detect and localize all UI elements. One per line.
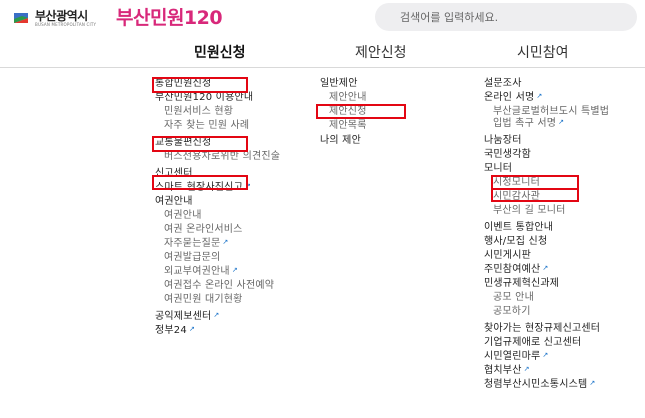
menu-item-survey[interactable]: 설문조사 bbox=[484, 78, 619, 90]
external-link-icon: ↗ bbox=[188, 325, 196, 333]
menu-item-gov24[interactable]: 정부24 ↗ bbox=[155, 325, 300, 337]
menu-item-guide[interactable]: 부산민원120 이용안내 bbox=[155, 92, 300, 104]
menu-column-citizen: 설문조사 온라인 서명 ↗ 부산글로벌허브도시 특별법 입법 촉구 서명 ↗ 나눔장… bbox=[484, 78, 619, 391]
highlight-box-proposal-apply bbox=[316, 104, 406, 119]
external-link-icon: ↗ bbox=[231, 266, 238, 274]
tab-proposal-application[interactable]: 제안신청 bbox=[355, 42, 407, 62]
menu-item-general-proposal[interactable]: 일반제안 bbox=[320, 78, 420, 90]
tab-citizen-participation[interactable]: 시민참여 bbox=[517, 42, 569, 62]
menu-item-passport-online[interactable]: 여권 온라인서비스 bbox=[155, 224, 300, 236]
menu-item-contest-apply[interactable]: 공모하기 bbox=[484, 306, 619, 318]
menu-item-proposal-list[interactable]: 제안목록 bbox=[320, 120, 420, 132]
menu-item-open-maru[interactable]: 시민열린마루 ↗ bbox=[484, 351, 619, 363]
menu-item-mofa-passport[interactable]: 외교부여권안내 ↗ bbox=[155, 266, 300, 278]
menu-item-citizen-board[interactable]: 시민게시판 bbox=[484, 250, 619, 262]
external-link-icon: ↗ bbox=[213, 311, 220, 319]
menu-item-event-guide[interactable]: 이벤트 통합안내 bbox=[484, 222, 619, 234]
menu-item-monitor[interactable]: 모니터 bbox=[484, 163, 619, 175]
menu-item-passport-reservation[interactable]: 여권접수 온라인 사전예약 bbox=[155, 280, 299, 292]
external-link-icon: ↗ bbox=[222, 238, 229, 246]
menu-item-global-hub-petition[interactable]: 부산글로벌허브도시 특별법 입법 촉구 서명 ↗ bbox=[484, 106, 618, 130]
menu-item-field-regulation-center[interactable]: 찾아가는 현장규제신고센터 bbox=[484, 323, 614, 335]
menu-item-citizen-ideas[interactable]: 국민생각함 bbox=[484, 149, 619, 161]
tab-civil-application[interactable]: 민원신청 bbox=[194, 42, 246, 62]
search-input[interactable] bbox=[400, 3, 630, 31]
menu-item-business-regulation[interactable]: 기업규제애로 신고센터 bbox=[484, 337, 619, 349]
external-link-icon: ↗ bbox=[523, 365, 530, 373]
external-link-icon: ↗ bbox=[558, 118, 565, 126]
menu-item-service-status[interactable]: 민원서비스 현황 bbox=[155, 106, 300, 118]
highlight-box-report-center bbox=[152, 175, 248, 190]
external-link-icon: ↗ bbox=[589, 379, 596, 387]
busan-emblem-icon[interactable] bbox=[13, 10, 29, 26]
site-header: 부산광역시 BUSAN METROPOLITAN CITY 부산민원120 bbox=[0, 0, 645, 36]
menu-item-passport-wait[interactable]: 여권민원 대기현황 bbox=[155, 294, 300, 306]
menu-item-regulation-reform[interactable]: 민생규제혁신과제 bbox=[484, 278, 619, 290]
menu-item-my-proposal[interactable]: 나의 제안 bbox=[320, 135, 420, 147]
menu-item-participatory-budget[interactable]: 주민참여예산 ↗ bbox=[484, 264, 619, 276]
menu-item-integrity-system[interactable]: 청렴부산시민소통시스템 ↗ bbox=[484, 379, 614, 391]
menu-item-sharing-market[interactable]: 나눔장터 bbox=[484, 135, 619, 147]
menu-item-passport[interactable]: 여권안내 bbox=[155, 196, 300, 208]
menu-item-passport-guide[interactable]: 여권안내 bbox=[155, 210, 300, 222]
external-link-icon: ↗ bbox=[536, 92, 543, 100]
menu-item-online-petition[interactable]: 온라인 서명 ↗ bbox=[484, 92, 619, 104]
menu-item-passport-inquiry[interactable]: 여권발급문의 bbox=[155, 252, 300, 264]
menu-column-civil: 통합민원신청 부산민원120 이용안내 민원서비스 현황 자주 찾는 민원 사례… bbox=[155, 78, 300, 337]
menu-item-whistleblower[interactable]: 공익제보센터 ↗ bbox=[155, 311, 300, 323]
external-link-icon: ↗ bbox=[542, 264, 549, 272]
menu-item-cooperative-busan[interactable]: 협치부산 ↗ bbox=[484, 365, 619, 377]
menu-item-contest-guide[interactable]: 공모 안내 bbox=[484, 292, 619, 304]
city-logo-subtext: BUSAN METROPOLITAN CITY bbox=[35, 22, 97, 27]
highlight-box-integrated-civil bbox=[152, 77, 248, 93]
service-logo[interactable]: 부산민원120 bbox=[116, 3, 223, 30]
menu-item-road-monitor[interactable]: 부산의 길 모니터 bbox=[484, 205, 619, 217]
menu-item-passport-faq[interactable]: 자주묻는질문 ↗ bbox=[155, 238, 300, 250]
menu-item-faq-cases[interactable]: 자주 찾는 민원 사례 bbox=[155, 120, 300, 132]
highlight-box-citizen-auditor bbox=[491, 188, 579, 202]
external-link-icon: ↗ bbox=[542, 351, 549, 359]
menu-item-proposal-guide[interactable]: 제안안내 bbox=[320, 92, 420, 104]
nav-divider bbox=[0, 67, 645, 68]
menu-item-event-apply[interactable]: 행사/모집 신청 bbox=[484, 236, 619, 248]
menu-item-bus-lane-opinion[interactable]: 버스전용차로위반 의견진술 bbox=[155, 151, 299, 163]
highlight-box-traffic-complaint bbox=[152, 136, 248, 152]
search-box[interactable] bbox=[375, 3, 637, 31]
